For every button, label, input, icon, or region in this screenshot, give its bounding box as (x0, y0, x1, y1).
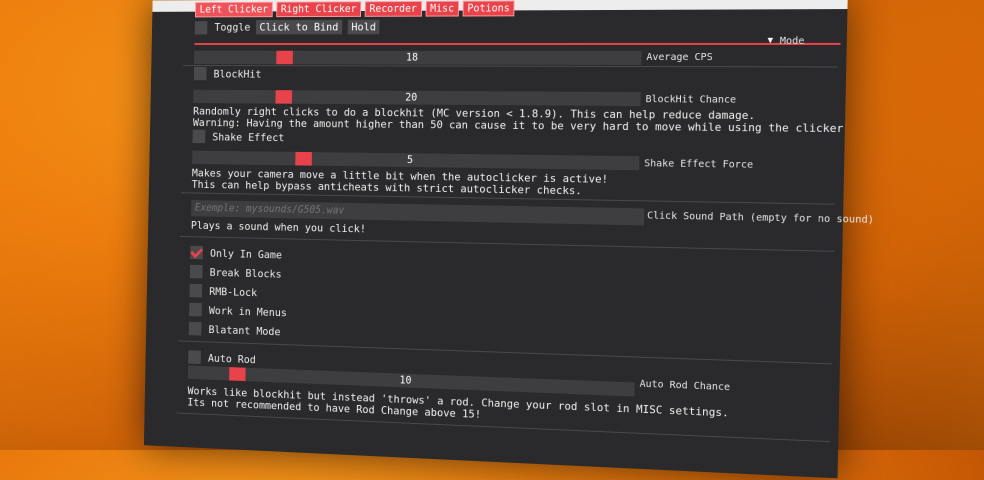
rmb-lock-label: RMB-Lock (209, 284, 258, 299)
average-cps-slider[interactable]: 18 (194, 50, 642, 66)
shake-effect-checkbox[interactable] (192, 129, 206, 144)
cps-value: 18 (405, 51, 419, 64)
tab-right-clicker[interactable]: Right Clicker (276, 1, 362, 18)
blockhit-label: BlockHit (213, 67, 262, 80)
break-blocks-label: Break Blocks (209, 265, 282, 281)
blatant-mode-label: Blatant Mode (208, 322, 281, 338)
work-in-menus-label: Work in Menus (208, 303, 288, 319)
rmb-lock-checkbox[interactable] (189, 283, 203, 298)
work-in-menus-checkbox[interactable] (189, 302, 202, 317)
blockhit-chance-slider[interactable]: 20 (193, 89, 641, 107)
tab-recorder[interactable]: Recorder (364, 0, 422, 17)
tab-bar: Left Clicker Right Clicker Recorder Misc… (194, 0, 515, 18)
clicker-window: Left Clicker Right Clicker Recorder Misc… (143, 0, 874, 479)
tab-misc[interactable]: Misc (425, 0, 459, 17)
divider (176, 412, 831, 443)
mode-label: Mode (779, 35, 805, 47)
option-only-in-game[interactable]: Only In Game (190, 245, 283, 262)
sound-description: Plays a sound when you click! (190, 219, 367, 236)
blockhit-checkbox[interactable] (193, 66, 207, 81)
divider (183, 64, 838, 68)
blatant-mode-checkbox[interactable] (188, 321, 202, 336)
tab-underline (194, 42, 841, 45)
tab-left-clicker[interactable]: Left Clicker (194, 1, 273, 18)
sound-path-label: Click Sound Path (empty for no sound) (647, 210, 875, 226)
divider (177, 340, 832, 365)
only-in-game-checkbox[interactable] (190, 245, 204, 260)
click-to-bind-button[interactable]: Click to Bind (255, 19, 343, 35)
hold-mode-button[interactable]: Hold (347, 19, 380, 35)
option-blatant-mode[interactable]: Blatant Mode (188, 321, 281, 338)
break-blocks-checkbox[interactable] (189, 264, 203, 279)
mode-dropdown-arrow-icon[interactable]: ▼ (767, 36, 773, 46)
option-rmb-lock[interactable]: RMB-Lock (189, 283, 258, 299)
autorod-row: Auto Rod (188, 350, 256, 366)
option-break-blocks[interactable]: Break Blocks (189, 264, 282, 281)
blockhit-value: 20 (405, 91, 418, 104)
autorod-checkbox[interactable] (188, 350, 201, 365)
shake-effect-label: Shake Effect (212, 130, 285, 144)
autorod-label: Auto Rod (207, 351, 256, 366)
toggle-row: Toggle Click to Bind Hold (194, 19, 380, 35)
average-cps-label: Average CPS (646, 51, 713, 64)
option-work-in-menus[interactable]: Work in Menus (189, 302, 288, 319)
toggle-checkbox[interactable] (194, 20, 208, 35)
blockhit-chance-label: BlockHit Chance (645, 94, 737, 106)
autorod-chance-label: Auto Rod Chance (639, 378, 731, 394)
shake-row: Shake Effect (192, 129, 285, 144)
settings-panel: Toggle Click to Bind Hold 18 ▼ Mode Aver… (176, 17, 874, 443)
toggle-label: Toggle (214, 21, 251, 34)
only-in-game-label: Only In Game (209, 246, 283, 261)
blockhit-row: BlockHit (193, 66, 262, 81)
shake-force-label: Shake Effect Force (644, 158, 754, 171)
tab-potions[interactable]: Potions (462, 0, 515, 17)
